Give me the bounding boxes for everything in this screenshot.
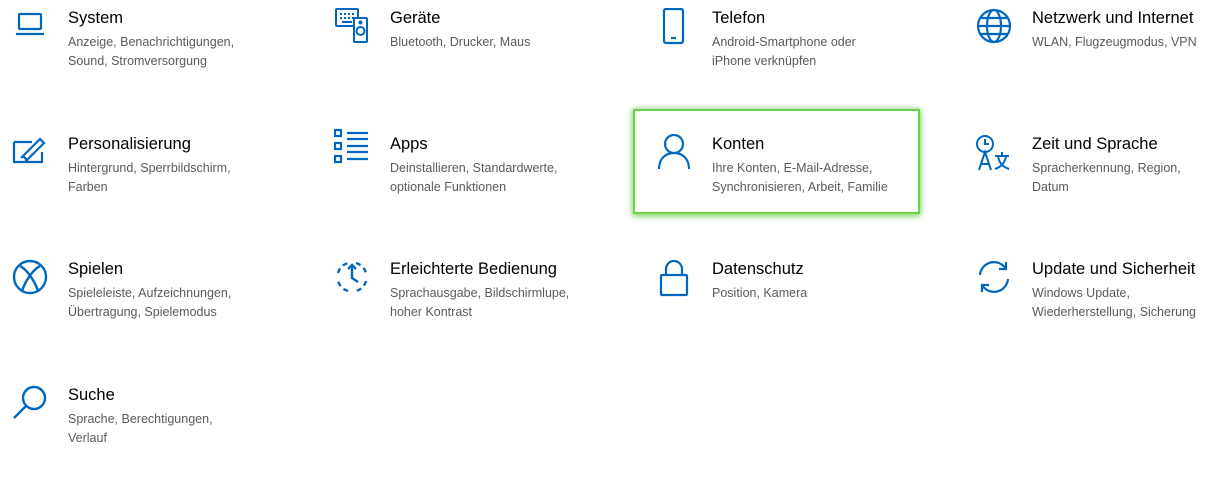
tile-description: Ihre Konten, E-Mail-Adresse, Synchronisie… (712, 161, 888, 194)
tile-description: Spieleleiste, Aufzeichnungen, Übertragung… (68, 286, 232, 319)
tile-title: Update und Sicherheit (1032, 260, 1196, 278)
time-language-icon (974, 134, 1014, 174)
tile-update[interactable]: Update und Sicherheit Windows Update, Wie… (974, 259, 1220, 359)
tile-title: Zeit und Sprache (1032, 135, 1158, 153)
tile-personalisierung[interactable]: Personalisierung Hintergrund, Sperrbilds… (10, 134, 300, 234)
tile-description: Position, Kamera (712, 286, 808, 300)
phone-icon (654, 8, 694, 48)
tile-suche[interactable]: Suche Sprache, Berechtigungen, Verlauf (10, 385, 300, 485)
globe-icon (974, 8, 1014, 48)
tile-title: Telefon (712, 9, 766, 27)
tile-netzwerk[interactable]: Netzwerk und Internet WLAN, Flugzeugmodu… (974, 8, 1220, 108)
tile-bedienung[interactable]: Erleichterte Bedienung Sprachausgabe, Bi… (332, 259, 622, 359)
tile-apps[interactable]: Apps Deinstallieren, Standardwerte, optio… (332, 128, 622, 228)
tile-geraete[interactable]: Geräte Bluetooth, Drucker, Maus (332, 8, 622, 108)
tile-title: Personalisierung (68, 135, 191, 153)
tile-title: Konten (712, 135, 765, 153)
tile-telefon[interactable]: Telefon Android-Smartphone oder iPhone ve… (654, 8, 944, 108)
tile-zeit[interactable]: Zeit und Sprache Spracherkennung, Region… (974, 134, 1220, 234)
tile-description: WLAN, Flugzeugmodus, VPN (1032, 35, 1197, 49)
lock-icon (654, 259, 694, 299)
tile-description: Windows Update, Wiederherstellung, Sicher… (1032, 286, 1196, 319)
laptop-icon (10, 8, 50, 48)
tile-description: Sprachausgabe, Bildschirmlupe, hoher Kont… (390, 286, 570, 319)
keyboard-speaker-icon (332, 8, 372, 48)
tile-description: Hintergrund, Sperrbildschirm, Farben (68, 161, 231, 194)
tile-title: Spielen (68, 260, 124, 278)
tile-title: Geräte (390, 9, 441, 27)
search-icon (10, 385, 50, 425)
sync-icon (974, 259, 1014, 299)
tile-title: Netzwerk und Internet (1032, 9, 1194, 27)
tile-description: Deinstallieren, Standardwerte, optionale … (390, 161, 558, 194)
tile-description: Sprache, Berechtigungen, Verlauf (68, 412, 213, 445)
tile-datenschutz[interactable]: Datenschutz Position, Kamera (654, 259, 944, 359)
paint-brush-icon (10, 134, 50, 174)
tile-description: Anzeige, Benachrichtigungen, Sound, Strom… (68, 35, 235, 68)
xbox-icon (10, 259, 50, 299)
tile-title: Apps (390, 135, 428, 153)
tile-title: Erleichterte Bedienung (390, 260, 557, 278)
tile-system[interactable]: System Anzeige, Benachrichtigungen, Sound… (10, 8, 300, 108)
tile-description: Bluetooth, Drucker, Maus (390, 35, 531, 49)
ease-of-access-icon (332, 259, 372, 299)
tile-title: System (68, 9, 124, 27)
tile-description: Spracherkennung, Region, Datum (1032, 161, 1181, 194)
tile-description: Android-Smartphone oder iPhone verknüpfen (712, 35, 856, 68)
tile-title: Suche (68, 386, 115, 404)
tile-title: Datenschutz (712, 260, 804, 278)
tile-konten[interactable]: Konten Ihre Konten, E-Mail-Adresse, Synch… (654, 134, 944, 234)
tile-spielen[interactable]: Spielen Spieleleiste, Aufzeichnungen, Übe… (10, 259, 300, 359)
apps-list-icon (332, 128, 372, 168)
person-icon (654, 134, 694, 174)
